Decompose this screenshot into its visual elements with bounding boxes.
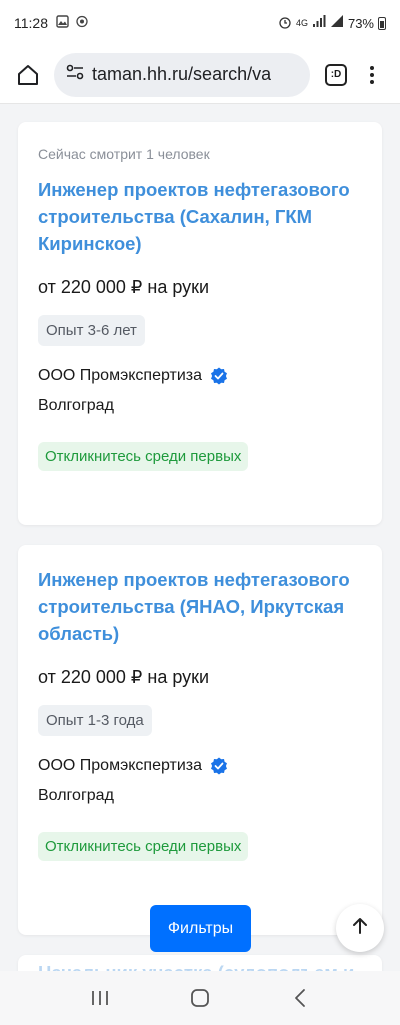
tab-switcher-icon[interactable]: :D [318,57,354,93]
vacancy-title-link[interactable]: Инженер проектов нефтегазового строитель… [38,566,362,647]
vacancy-card[interactable]: Сейчас смотрит 1 человек Инженер проекто… [18,122,382,525]
wifi-signal-icon [312,15,326,31]
address-bar[interactable]: taman.hh.ru/search/va [54,52,310,97]
system-nav-bar [0,971,400,1025]
gallery-icon [56,15,69,31]
cell-signal-icon [330,15,344,31]
home-icon[interactable] [10,57,46,93]
vacancy-card[interactable]: Начальник участка (судоподъем и [18,955,382,971]
status-bar: 11:28 4G 73% [0,0,400,46]
company-name-link[interactable]: ООО Промэкспертиза [38,757,202,775]
verified-icon [210,367,228,385]
vacancy-title-link[interactable]: Начальник участка (судоподъем и [38,959,362,971]
site-settings-icon[interactable] [66,64,84,85]
vacancy-salary: от 220 000 ₽ на руки [38,667,210,687]
recent-apps-icon[interactable] [80,978,120,1018]
verified-icon [210,757,228,775]
respond-first-badge: Откликнитесь среди первых [38,832,249,861]
url-text[interactable]: taman.hh.ru/search/va [92,64,271,85]
arrow-up-icon [352,917,368,940]
alarm-icon [278,15,292,32]
respond-first-badge: Откликнитесь среди первых [38,442,249,471]
vacancy-title-link[interactable]: Инженер проектов нефтегазового строитель… [38,176,362,257]
vacancy-city: Волгоград [38,787,114,804]
back-icon[interactable] [280,978,320,1018]
network-type: 4G [295,18,308,28]
browser-toolbar: taman.hh.ru/search/va :D [0,46,400,104]
search-results: Сейчас смотрит 1 человек Инженер проекто… [0,105,400,971]
vacancy-city: Волгоград [38,397,114,414]
notification-icon [75,15,89,31]
tab-count: :D [325,63,347,86]
vacancy-card[interactable]: Инженер проектов нефтегазового строитель… [18,545,382,935]
filters-button[interactable]: Фильтры [150,905,251,952]
experience-tag: Опыт 3-6 лет [38,315,145,346]
more-menu-icon[interactable] [354,57,390,93]
company-row: ООО Промэкспертиза [38,757,362,775]
company-row: ООО Промэкспертиза [38,367,362,385]
status-time: 11:28 [14,15,48,31]
scroll-to-top-button[interactable] [336,904,384,952]
battery-percent: 73% [347,15,374,31]
company-name-link[interactable]: ООО Промэкспертиза [38,367,202,385]
viewers-count: Сейчас смотрит 1 человек [38,146,210,162]
battery-icon [378,16,386,30]
experience-tag: Опыт 1-3 года [38,705,152,736]
home-nav-icon[interactable] [180,978,220,1018]
vacancy-salary: от 220 000 ₽ на руки [38,277,210,297]
